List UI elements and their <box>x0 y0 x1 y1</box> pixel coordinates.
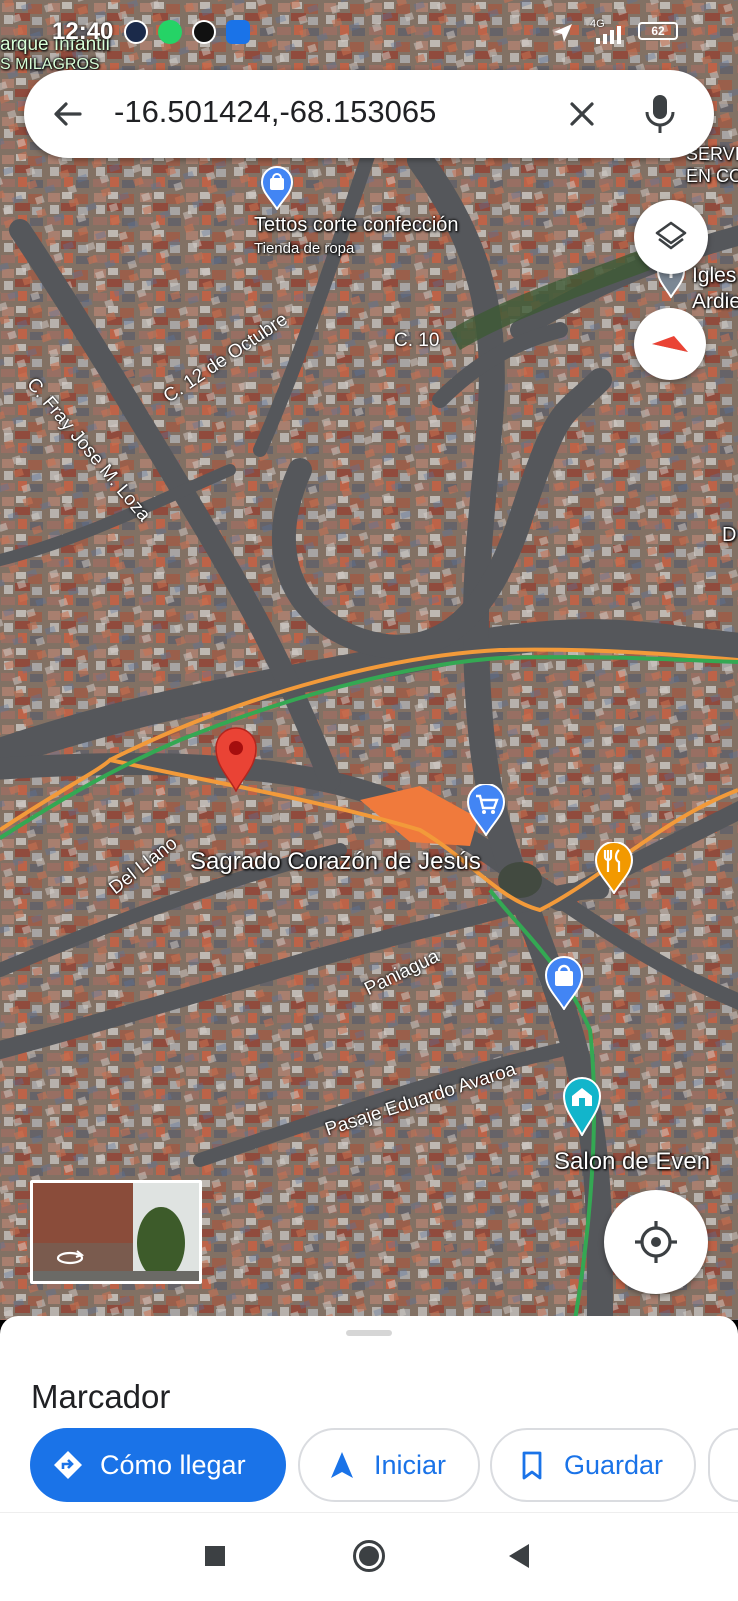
satellite-map[interactable]: arque Infantil S MILAGROS SERVI EN CO Ig… <box>0 0 738 1320</box>
crosshair-icon <box>635 1221 677 1263</box>
place-title: Marcador <box>31 1378 171 1415</box>
layers-icon <box>655 221 687 250</box>
street-view-thumbnail[interactable] <box>30 1180 202 1284</box>
save-button[interactable]: Guardar <box>490 1428 696 1502</box>
signal-icon <box>596 26 621 44</box>
church-label-1: Igles <box>692 264 737 287</box>
location-arrow-icon <box>554 24 572 42</box>
back-arrow-icon[interactable] <box>50 96 86 132</box>
recents-square-icon[interactable] <box>204 1545 226 1567</box>
bookmark-icon <box>522 1451 542 1480</box>
poi-name-tettos[interactable]: Tettos corte confección <box>254 214 459 237</box>
shopping-bag-pin-icon <box>260 166 294 211</box>
poi-supermarket[interactable] <box>466 783 506 837</box>
directions-icon <box>54 1451 82 1479</box>
start-button[interactable]: Iniciar <box>298 1428 480 1502</box>
battery-indicator: 62 <box>638 22 678 40</box>
red-pin-icon <box>215 727 257 793</box>
layers-button[interactable] <box>634 200 708 274</box>
home-circle-icon[interactable] <box>352 1539 386 1573</box>
message-icon <box>226 20 250 44</box>
whatsapp-icon <box>158 20 182 44</box>
church-label-2: Ardie <box>692 290 738 313</box>
compass-icon <box>652 336 688 352</box>
poi-label-enco: EN CO <box>686 166 738 186</box>
shopping-bag-pin-icon <box>544 956 584 1011</box>
360-rotate-icon <box>56 1250 85 1265</box>
search-input[interactable] <box>114 94 534 130</box>
compass-button[interactable] <box>634 308 706 380</box>
directions-button[interactable]: Cómo llegar <box>30 1428 286 1502</box>
my-location-button[interactable] <box>604 1190 708 1294</box>
road-label-c10: C. 10 <box>394 330 440 351</box>
dropped-pin-marker[interactable] <box>212 726 260 793</box>
restaurant-pin-icon <box>594 841 634 895</box>
poi-restaurant[interactable] <box>594 841 634 895</box>
save-label: Guardar <box>564 1449 664 1480</box>
shopping-cart-pin-icon <box>466 783 506 837</box>
search-bar[interactable] <box>24 70 714 158</box>
poi-category-tettos: Tienda de ropa <box>254 240 355 257</box>
battery-level: 62 <box>651 24 665 38</box>
sheet-drag-handle[interactable] <box>346 1330 392 1336</box>
start-label: Iniciar <box>374 1449 447 1480</box>
microphone-icon[interactable] <box>640 92 680 136</box>
navigation-arrow-icon <box>331 1452 353 1478</box>
poi-name-salon-eventos[interactable]: Salon de Even <box>554 1148 710 1176</box>
alarm-icon <box>124 20 148 44</box>
poi-store[interactable] <box>544 956 584 1011</box>
place-bottom-sheet[interactable]: Marcador Cómo llegar Iniciar Guardar <box>0 1316 738 1512</box>
back-triangle-icon[interactable] <box>508 1543 530 1569</box>
app-icon <box>192 20 216 44</box>
edge-label-d: D <box>722 524 737 546</box>
poi-event-hall[interactable] <box>562 1076 602 1138</box>
close-icon[interactable] <box>564 96 600 132</box>
system-navigation-bar <box>0 1512 738 1601</box>
directions-label: Cómo llegar <box>100 1449 246 1480</box>
status-time: 12:40 <box>52 18 114 45</box>
more-actions-chip[interactable] <box>708 1428 738 1502</box>
event-hall-pin-icon <box>562 1077 602 1138</box>
poi-name-sagrado-corazon[interactable]: Sagrado Corazón de Jesús <box>190 848 481 876</box>
poi-clothing-store[interactable] <box>260 166 294 211</box>
status-bar: 12:40 4G 62 <box>0 0 738 62</box>
